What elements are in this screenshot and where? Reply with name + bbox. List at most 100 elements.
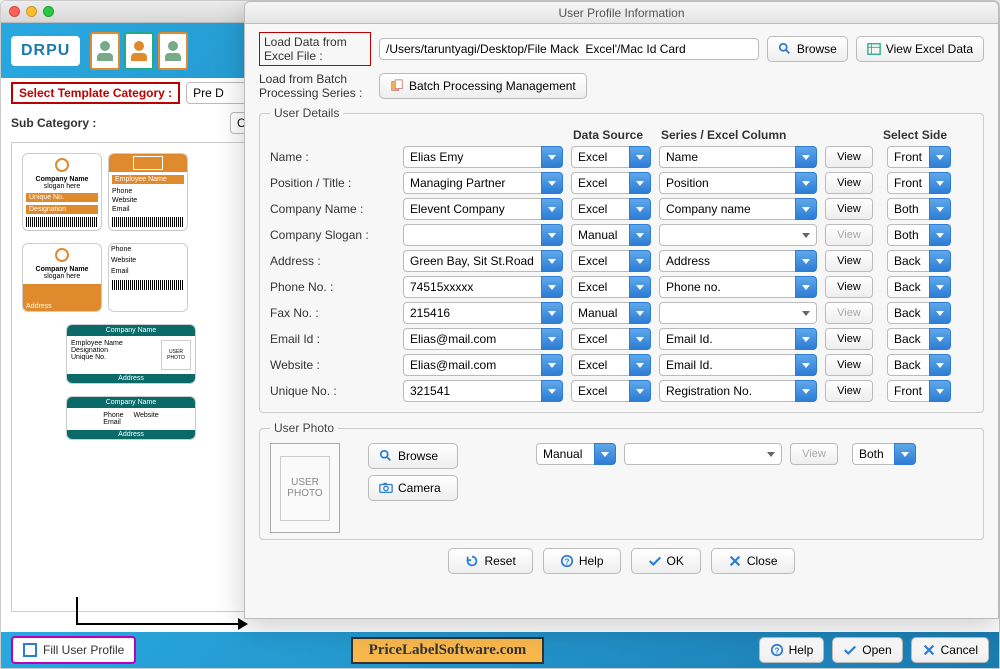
maximize-window-icon[interactable] <box>43 6 54 17</box>
side-select[interactable] <box>887 276 951 298</box>
view-button[interactable]: View <box>825 146 873 168</box>
sub-category-label: Sub Category : <box>11 116 224 130</box>
side-select[interactable] <box>887 302 951 324</box>
view-excel-data-button[interactable]: View Excel Data <box>856 36 984 62</box>
value-input[interactable] <box>403 328 563 350</box>
source-select[interactable] <box>571 198 651 220</box>
ok-button[interactable]: OK <box>631 548 701 574</box>
column-select[interactable] <box>659 328 817 350</box>
side-select[interactable] <box>887 198 951 220</box>
side-select[interactable] <box>887 146 951 168</box>
template-preview-panel: Company Name slogan here Unique No. Desi… <box>11 142 251 612</box>
column-select[interactable] <box>659 172 817 194</box>
browse-excel-button[interactable]: Browse <box>767 36 848 62</box>
value-input[interactable] <box>403 146 563 168</box>
view-button[interactable]: View <box>825 172 873 194</box>
camera-button[interactable]: Camera <box>368 475 458 501</box>
column-select[interactable] <box>659 146 817 168</box>
fill-user-profile-button[interactable]: Fill User Profile <box>11 636 136 664</box>
bottom-open-button[interactable]: Open <box>832 637 902 663</box>
user-details-legend: User Details <box>270 106 343 120</box>
field-row: Position / Title : View <box>270 172 973 194</box>
template-thumb-5[interactable]: Company Name Employee Name Designation U… <box>66 324 196 384</box>
side-select[interactable] <box>887 172 951 194</box>
field-label: Name : <box>270 150 395 164</box>
field-label: Phone No. : <box>270 280 395 294</box>
callout-arrow <box>76 623 246 625</box>
help-icon: ? <box>770 643 784 657</box>
bottom-cancel-button[interactable]: Cancel <box>911 637 989 663</box>
source-select[interactable] <box>571 224 651 246</box>
user-photo-fieldset: User Photo USER PHOTO Browse Camera <box>259 421 984 540</box>
template-thumb-1[interactable]: Company Name slogan here Unique No. Desi… <box>22 153 102 231</box>
column-select[interactable] <box>659 224 817 246</box>
value-input[interactable] <box>403 250 563 272</box>
view-excel-icon <box>867 42 881 56</box>
reset-button[interactable]: Reset <box>448 548 532 574</box>
source-select[interactable] <box>571 302 651 324</box>
template-thumb-6[interactable]: Company Name PhoneEmail Website Address <box>66 396 196 440</box>
field-row: Name : View <box>270 146 973 168</box>
column-select[interactable] <box>659 354 817 376</box>
photo-column-select[interactable] <box>624 443 782 465</box>
view-button: View <box>825 224 873 246</box>
view-button[interactable]: View <box>825 380 873 402</box>
side-select[interactable] <box>887 224 951 246</box>
source-select[interactable] <box>571 172 651 194</box>
template-thumb-4[interactable]: Phone Website Email <box>108 243 188 312</box>
source-select[interactable] <box>571 276 651 298</box>
column-select[interactable] <box>659 276 817 298</box>
source-select[interactable] <box>571 354 651 376</box>
profile-icon <box>23 643 37 657</box>
field-label: Company Name : <box>270 202 395 216</box>
side-select[interactable] <box>887 380 951 402</box>
value-input[interactable] <box>403 276 563 298</box>
photo-side-select[interactable] <box>852 443 916 465</box>
view-button[interactable]: View <box>825 354 873 376</box>
value-input[interactable] <box>403 224 563 246</box>
source-select[interactable] <box>571 380 651 402</box>
column-select[interactable] <box>659 198 817 220</box>
column-select[interactable] <box>659 380 817 402</box>
value-input[interactable] <box>403 354 563 376</box>
side-select[interactable] <box>887 328 951 350</box>
side-select[interactable] <box>887 354 951 376</box>
check-icon <box>843 643 857 657</box>
source-select[interactable] <box>571 250 651 272</box>
help-button[interactable]: ?Help <box>543 548 621 574</box>
value-input[interactable] <box>403 198 563 220</box>
check-icon <box>648 554 662 568</box>
batch-processing-button[interactable]: Batch Processing Management <box>379 73 587 99</box>
photo-source-select[interactable] <box>536 443 616 465</box>
side-select[interactable] <box>887 250 951 272</box>
value-input[interactable] <box>403 172 563 194</box>
value-input[interactable] <box>403 380 563 402</box>
minimize-window-icon[interactable] <box>26 6 37 17</box>
close-button[interactable]: Close <box>711 548 795 574</box>
template-thumb-3[interactable]: Company Name slogan here Address <box>22 243 102 312</box>
source-select[interactable] <box>571 146 651 168</box>
field-label: Email Id : <box>270 332 395 346</box>
field-label: Position / Title : <box>270 176 395 190</box>
close-window-icon[interactable] <box>9 6 20 17</box>
user-photo-placeholder: USER PHOTO <box>270 443 340 533</box>
excel-path-input[interactable] <box>379 38 759 60</box>
browse-icon <box>379 449 393 463</box>
user-profile-dialog: User Profile Information Load Data from … <box>244 1 999 619</box>
source-select[interactable] <box>571 328 651 350</box>
series-header: Series / Excel Column <box>661 128 819 142</box>
view-button[interactable]: View <box>825 198 873 220</box>
photo-browse-button[interactable]: Browse <box>368 443 458 469</box>
template-thumb-2[interactable]: Employee Name Phone Website Email <box>108 153 188 231</box>
close-icon <box>728 554 742 568</box>
column-select[interactable] <box>659 250 817 272</box>
view-button[interactable]: View <box>825 276 873 298</box>
bottom-help-button[interactable]: ?Help <box>759 637 825 663</box>
field-row: Address :View <box>270 250 973 272</box>
view-button[interactable]: View <box>825 328 873 350</box>
reset-icon <box>465 554 479 568</box>
field-row: Email Id : View <box>270 328 973 350</box>
column-select[interactable] <box>659 302 817 324</box>
value-input[interactable] <box>403 302 563 324</box>
view-button[interactable]: View <box>825 250 873 272</box>
